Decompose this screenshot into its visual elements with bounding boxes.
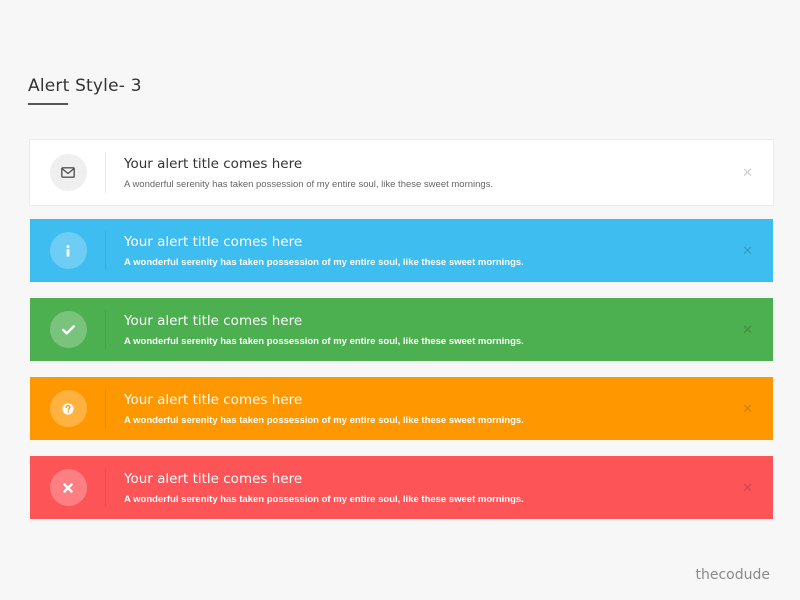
check-icon	[49, 311, 87, 348]
alert-danger: Your alert title comes here A wonderful …	[30, 456, 773, 519]
question-icon	[49, 390, 87, 427]
alert-content: Your alert title comes here A wonderful …	[106, 392, 773, 426]
alert-success: Your alert title comes here A wonderful …	[30, 298, 773, 361]
alert-title: Your alert title comes here	[124, 470, 303, 487]
alert-content: Your alert title comes here A wonderful …	[106, 313, 773, 347]
alert-content: Your alert title comes here A wonderful …	[106, 471, 773, 505]
alert-title: Your alert title comes here	[124, 391, 303, 408]
alert-title: Your alert title comes here	[124, 312, 303, 329]
close-icon[interactable]: ✕	[742, 401, 753, 417]
alert-title: Your alert title comes here	[124, 155, 303, 172]
close-icon[interactable]: ✕	[742, 243, 753, 259]
alert-icon-column	[30, 140, 106, 205]
alert-default: Your alert title comes here A wonderful …	[30, 140, 773, 205]
times-icon	[49, 469, 87, 506]
alert-icon-column	[30, 219, 106, 282]
close-icon[interactable]: ✕	[742, 480, 753, 496]
alert-text: A wonderful serenity has taken possessio…	[124, 493, 524, 505]
page-heading: Alert Style- 3	[28, 76, 142, 105]
envelope-icon	[49, 154, 87, 191]
alert-content: Your alert title comes here A wonderful …	[106, 156, 773, 190]
close-icon[interactable]: ✕	[742, 165, 753, 181]
page-title: Alert Style- 3	[28, 76, 142, 96]
alert-text: A wonderful serenity has taken possessio…	[124, 414, 524, 426]
title-underline	[28, 103, 68, 105]
alert-icon-column	[30, 377, 106, 440]
watermark: thecodude	[695, 567, 771, 583]
alert-warning: Your alert title comes here A wonderful …	[30, 377, 773, 440]
alert-info: Your alert title comes here A wonderful …	[30, 219, 773, 282]
alert-title: Your alert title comes here	[124, 233, 303, 250]
close-icon[interactable]: ✕	[742, 322, 753, 338]
alert-icon-column	[30, 456, 106, 519]
info-icon	[49, 232, 87, 269]
alert-text: A wonderful serenity has taken possessio…	[124, 256, 524, 268]
alert-icon-column	[30, 298, 106, 361]
alert-text: A wonderful serenity has taken possessio…	[124, 178, 494, 190]
alert-text: A wonderful serenity has taken possessio…	[124, 335, 524, 347]
alert-list: Your alert title comes here A wonderful …	[30, 140, 773, 535]
alert-content: Your alert title comes here A wonderful …	[106, 234, 773, 268]
